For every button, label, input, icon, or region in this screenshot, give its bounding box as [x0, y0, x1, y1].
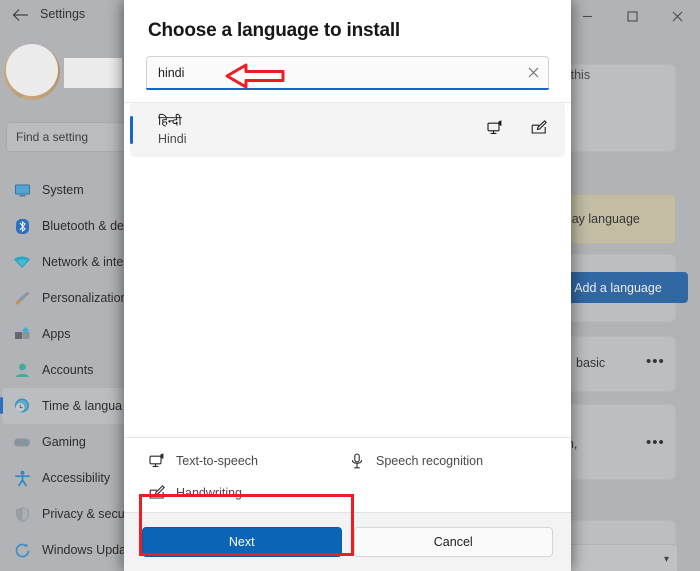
feature-label: Speech recognition — [376, 454, 484, 468]
sidebar-item-gaming[interactable]: Gaming — [2, 424, 126, 460]
close-icon[interactable] — [518, 58, 548, 88]
sidebar-item-windows-update[interactable]: Windows Upda — [2, 532, 126, 568]
feature-handwriting: Handwriting — [148, 484, 348, 502]
sidebar-item-label: Privacy & secu — [42, 507, 125, 521]
sidebar-item-apps[interactable]: Apps — [2, 316, 126, 352]
feature-label: Handwriting — [176, 486, 243, 500]
sidebar-item-bluetooth[interactable]: Bluetooth & de — [2, 208, 126, 244]
sidebar-item-label: Accessibility — [42, 471, 111, 485]
handwriting-icon — [531, 119, 547, 141]
search-focus-underline — [146, 88, 549, 90]
language-results-list[interactable]: हिन्दी Hindi — [124, 102, 571, 437]
sidebar-item-system[interactable]: System — [2, 172, 126, 208]
text-to-speech-icon — [487, 119, 503, 141]
language-english-name: Hindi — [158, 131, 187, 146]
privacy-icon — [12, 504, 32, 524]
bluetooth-icon — [12, 216, 32, 236]
sidebar-list: System Bluetooth & de Network & inte Per… — [0, 172, 128, 568]
apps-icon — [12, 324, 32, 344]
handwriting-icon — [148, 484, 166, 502]
sidebar-item-label: Network & inte — [42, 255, 124, 269]
sidebar-item-label: Accounts — [42, 363, 94, 377]
cancel-button[interactable]: Cancel — [353, 527, 553, 557]
accessibility-icon — [12, 468, 32, 488]
sidebar-item-privacy[interactable]: Privacy & secu — [2, 496, 126, 532]
system-icon — [12, 180, 32, 200]
option-row-more-button[interactable]: ••• — [646, 434, 665, 451]
display-language-label: play language — [562, 212, 640, 226]
close-icon[interactable] — [655, 0, 700, 32]
search-input[interactable]: Find a setting — [6, 122, 128, 152]
language-native-name: हिन्दी — [158, 113, 182, 128]
feature-grid: Text-to-speech Speech recognition Handwr… — [148, 452, 547, 502]
avatar-redaction — [6, 44, 58, 96]
language-feature-icons — [487, 119, 547, 141]
personalization-icon — [12, 288, 32, 308]
basic-row-label: basic — [576, 356, 606, 370]
basic-row-more-button[interactable]: ••• — [646, 353, 665, 370]
windows-update-icon — [12, 540, 32, 560]
sidebar-item-label: Personalization — [42, 291, 128, 305]
text-to-speech-icon — [148, 452, 166, 470]
minimize-icon[interactable] — [565, 0, 610, 32]
next-button[interactable]: Next — [142, 527, 342, 557]
sidebar-item-label: Time & langua — [42, 399, 123, 413]
dialog-footer: Next Cancel — [124, 512, 571, 571]
sidebar-item-time-language[interactable]: Time & langua — [0, 388, 126, 424]
window-controls — [565, 0, 700, 32]
sidebar-item-personalization[interactable]: Personalization — [2, 280, 128, 316]
microphone-icon — [348, 452, 366, 470]
list-item[interactable]: हिन्दी Hindi — [130, 103, 565, 157]
account-header[interactable] — [0, 40, 128, 102]
sidebar-item-network[interactable]: Network & inte — [2, 244, 126, 280]
sidebar-item-label: Gaming — [42, 435, 86, 449]
sidebar-item-accounts[interactable]: Accounts — [2, 352, 126, 388]
sidebar: Find a setting System Bluetooth & de Net… — [0, 32, 128, 571]
dialog-title: Choose a language to install — [148, 20, 400, 41]
feature-text-to-speech: Text-to-speech — [148, 452, 348, 470]
language-features: Text-to-speech Speech recognition Handwr… — [124, 437, 571, 512]
language-search-wrap: hindi — [124, 42, 571, 90]
back-arrow-icon[interactable] — [10, 8, 30, 26]
accounts-icon — [12, 360, 32, 380]
sidebar-item-accessibility[interactable]: Accessibility — [2, 460, 126, 496]
language-names: हिन्दी Hindi — [158, 113, 187, 148]
feature-speech-recognition: Speech recognition — [348, 452, 547, 470]
time-language-icon — [12, 396, 32, 416]
account-name-redaction — [64, 58, 122, 88]
chevron-down-icon: ▾ — [663, 553, 669, 565]
screen: Settings Find a setting System Bluetooth… — [0, 0, 700, 571]
sidebar-item-label: Windows Upda — [42, 543, 127, 557]
language-search-value: hindi — [158, 65, 185, 80]
sidebar-item-label: System — [42, 183, 84, 197]
search-placeholder: Find a setting — [16, 130, 89, 144]
window-title: Settings — [40, 7, 86, 21]
language-search-input[interactable]: hindi — [146, 56, 549, 88]
maximize-icon[interactable] — [610, 0, 655, 32]
gaming-icon — [12, 432, 32, 452]
sidebar-item-label: Apps — [42, 327, 71, 341]
choose-language-dialog: Choose a language to install hindi हिन्द… — [124, 0, 571, 571]
sidebar-item-label: Bluetooth & de — [42, 219, 125, 233]
feature-label: Text-to-speech — [176, 454, 258, 468]
network-icon — [12, 252, 32, 272]
